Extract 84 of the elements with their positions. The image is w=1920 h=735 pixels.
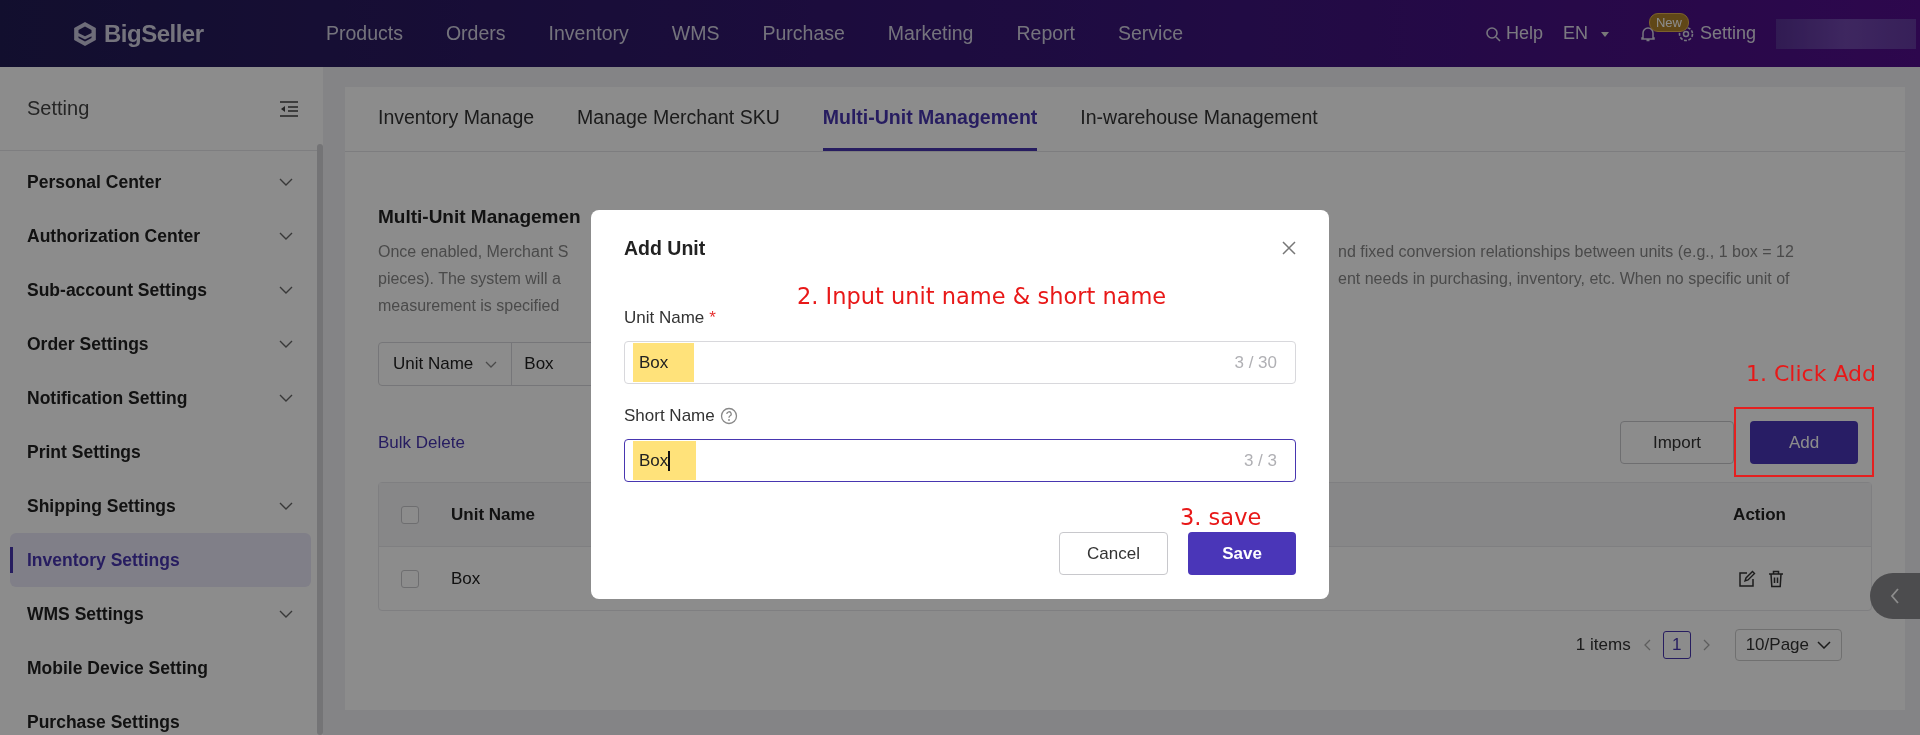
annotation-text: 3. save bbox=[1180, 504, 1262, 530]
nav-menu-item[interactable]: Orders bbox=[445, 22, 506, 45]
sidebar-item[interactable]: Authorization Center bbox=[10, 209, 311, 263]
sidebar-item[interactable]: Order Settings bbox=[10, 317, 311, 371]
chevron-down-icon bbox=[279, 394, 293, 402]
chevron-left-icon bbox=[1890, 588, 1900, 604]
sidebar-title: Setting bbox=[27, 97, 90, 120]
tab[interactable]: In-warehouse Management bbox=[1080, 87, 1318, 151]
collapse-handle[interactable] bbox=[1870, 573, 1920, 619]
search-icon bbox=[1484, 25, 1501, 42]
tab[interactable]: Manage Merchant SKU bbox=[577, 87, 780, 151]
nav-menu-item[interactable]: Marketing bbox=[887, 22, 974, 45]
scrollbar[interactable] bbox=[317, 144, 323, 735]
character-counter: 3 / 30 bbox=[1234, 352, 1277, 373]
sidebar-item[interactable]: Print Settings bbox=[10, 425, 311, 479]
chevron-down-icon bbox=[279, 610, 293, 618]
checkbox[interactable] bbox=[401, 569, 419, 588]
chevron-down-icon bbox=[279, 502, 293, 510]
checkbox[interactable] bbox=[401, 505, 419, 524]
chevron-down-icon bbox=[1817, 641, 1831, 649]
table-cell: Box bbox=[451, 568, 481, 589]
description-text: nd fixed conversion relationships between units (e.g., 1 box = 12 bbox=[1338, 242, 1795, 262]
input-field[interactable]: Box 3 / 3 bbox=[624, 439, 1296, 482]
tab[interactable]: Inventory Manage bbox=[378, 87, 535, 151]
column-header: Unit Name bbox=[451, 504, 536, 525]
page-number[interactable]: 1 bbox=[1662, 631, 1691, 659]
tab[interactable]: Multi-Unit Management bbox=[822, 87, 1038, 151]
chevron-left-icon[interactable] bbox=[1642, 639, 1651, 651]
sidebar-item[interactable]: Inventory Settings bbox=[10, 533, 311, 587]
bulk-delete-link[interactable]: Bulk Delete bbox=[378, 432, 465, 453]
save-button[interactable]: Save bbox=[1188, 532, 1296, 575]
nav-menu-item[interactable]: WMS bbox=[671, 22, 720, 45]
field-label: Short Name bbox=[624, 406, 715, 426]
bell-icon[interactable] bbox=[1638, 24, 1657, 43]
chevron-down-icon bbox=[279, 232, 293, 240]
column-header: Action bbox=[1733, 504, 1786, 525]
annotation-text: 1. Click Add bbox=[1746, 361, 1876, 386]
field-label: Unit Name bbox=[624, 308, 705, 328]
sidebar-item[interactable]: Shipping Settings bbox=[10, 479, 311, 533]
logo-icon bbox=[72, 20, 98, 47]
sidebar-item[interactable]: Purchase Settings bbox=[10, 695, 311, 735]
sidebar-item[interactable]: Notification Setting bbox=[10, 371, 311, 425]
description-text: pieces). The system will a bbox=[378, 269, 562, 289]
collapse-menu-icon[interactable] bbox=[279, 100, 299, 117]
chevron-down-icon bbox=[279, 340, 293, 348]
nav-menu-item[interactable]: Report bbox=[1016, 22, 1075, 45]
description-text: measurement is specified bbox=[378, 296, 561, 316]
language-dropdown[interactable]: EN bbox=[1562, 23, 1609, 44]
help-icon[interactable] bbox=[719, 407, 738, 425]
sidebar-item[interactable]: Mobile Device Setting bbox=[10, 641, 311, 695]
sidebar-item[interactable]: Personal Center bbox=[10, 155, 311, 209]
sidebar-item[interactable]: WMS Settings bbox=[10, 587, 311, 641]
page-size-dropdown[interactable]: 10/Page bbox=[1734, 629, 1842, 661]
total-count: 1 items bbox=[1575, 635, 1631, 655]
add-button[interactable]: Add bbox=[1750, 421, 1858, 464]
required-mark: * bbox=[709, 308, 716, 328]
nav-menu-item[interactable]: Service bbox=[1118, 22, 1183, 45]
nav-menu-item[interactable]: Inventory bbox=[548, 22, 629, 45]
chevron-down-icon bbox=[279, 178, 293, 186]
annotation-text: 2. Input unit name & short name bbox=[797, 283, 1167, 309]
description-text: ent needs in purchasing, inventory, etc. When no specific unit of bbox=[1338, 269, 1791, 289]
field-value: Box bbox=[633, 441, 696, 480]
close-icon[interactable] bbox=[1282, 241, 1296, 255]
character-counter: 3 / 3 bbox=[1243, 450, 1277, 471]
section-title: Multi-Unit Managemen bbox=[378, 206, 582, 228]
edit-icon[interactable] bbox=[1738, 569, 1756, 588]
dialog-title: Add Unit bbox=[624, 236, 706, 260]
nav-menu-item[interactable]: Purchase bbox=[762, 22, 845, 45]
filter-field-dropdown[interactable]: Unit Name bbox=[379, 343, 513, 385]
field-value: Box bbox=[633, 343, 695, 382]
chevron-down-icon bbox=[485, 360, 498, 368]
logo-text[interactable]: BigSeller bbox=[104, 19, 204, 48]
input-field[interactable]: Box 3 / 30 bbox=[624, 341, 1296, 384]
import-button[interactable]: Import bbox=[1620, 421, 1734, 464]
chevron-down-icon bbox=[279, 286, 293, 294]
sidebar-item[interactable]: Sub-account Settings bbox=[10, 263, 311, 317]
filter-value: Box bbox=[523, 353, 555, 375]
description-text: Once enabled, Merchant S bbox=[378, 242, 570, 262]
new-badge: New bbox=[1648, 12, 1689, 32]
trash-icon[interactable] bbox=[1768, 569, 1784, 588]
cancel-button[interactable]: Cancel bbox=[1059, 532, 1168, 575]
help-link[interactable]: Help bbox=[1484, 23, 1543, 44]
chevron-right-icon[interactable] bbox=[1702, 639, 1711, 651]
nav-menu-item[interactable]: Products bbox=[326, 22, 403, 45]
